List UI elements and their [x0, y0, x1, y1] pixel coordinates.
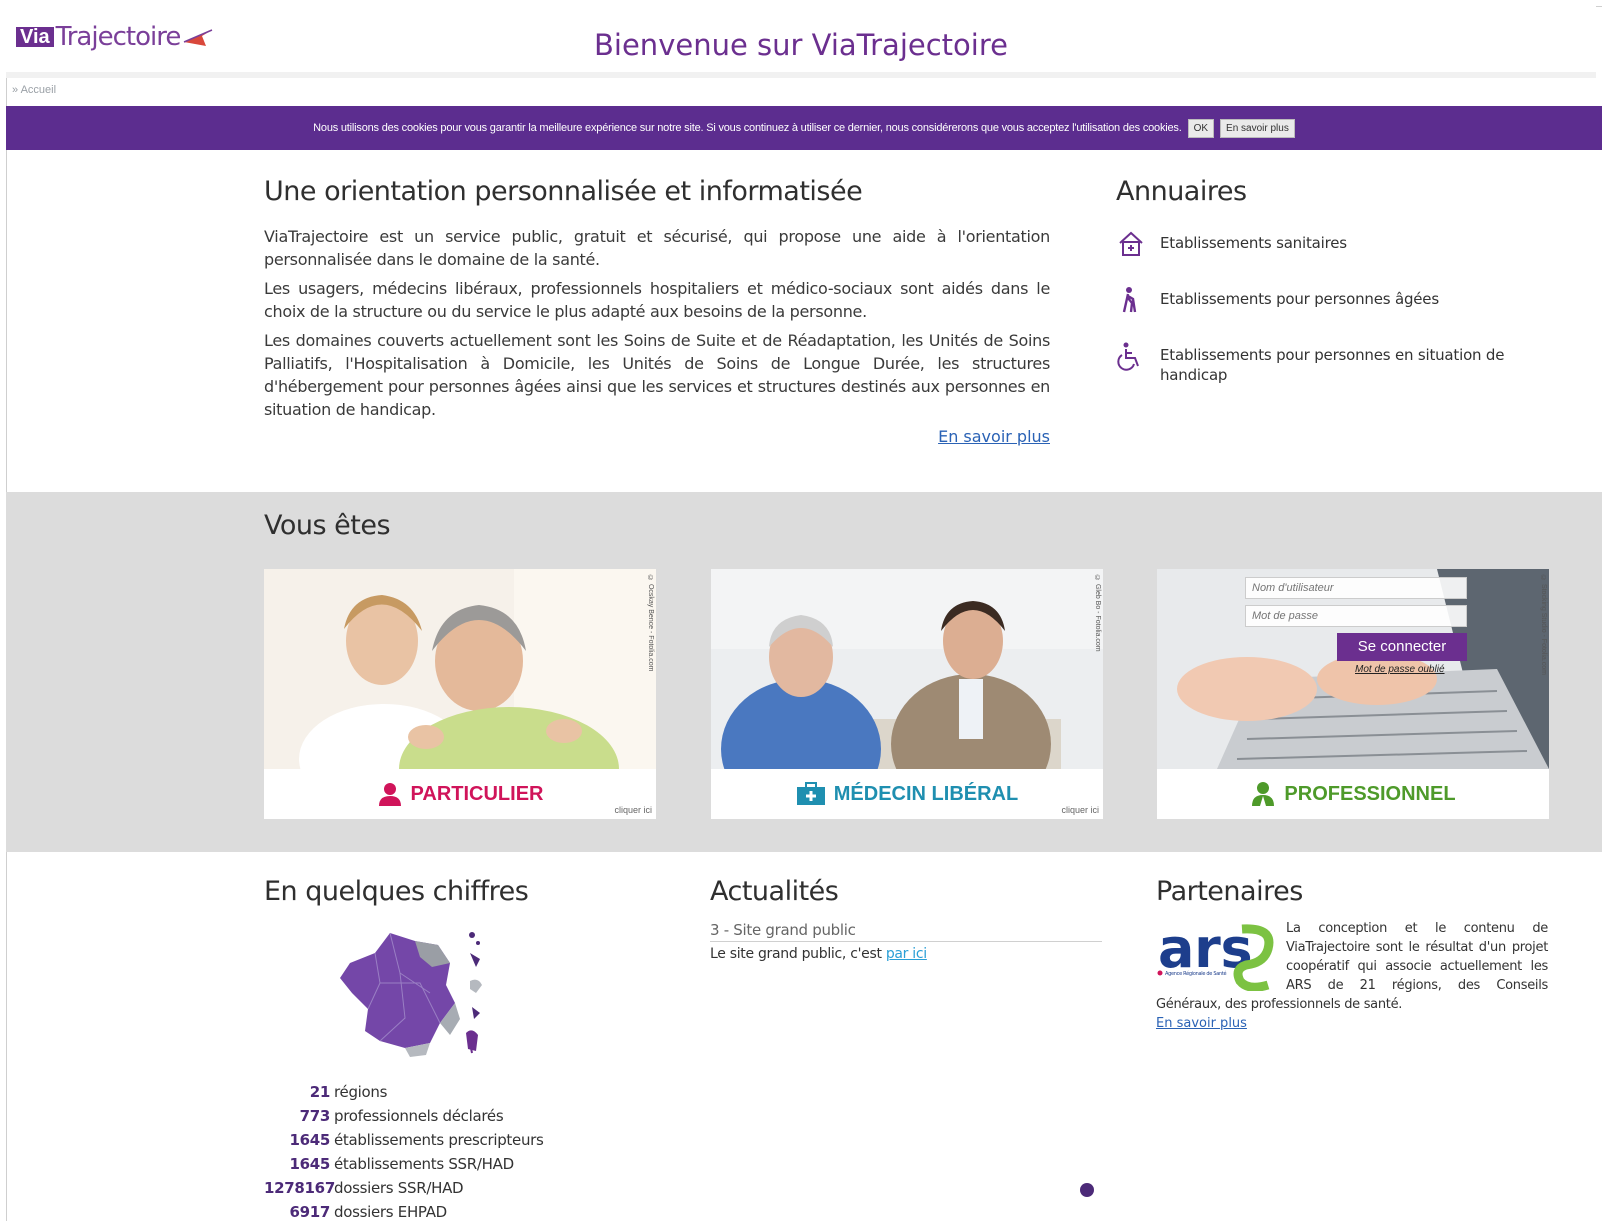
stat-number: 1645 [289, 1155, 330, 1173]
photo-credit: © Gleb Bo - Fotolia.com [1094, 575, 1101, 652]
stat-row: 6917 dossiers EHPAD [264, 1200, 544, 1221]
house-icon [1119, 231, 1143, 256]
annuaire-label: Etablissements pour personnes âgées [1160, 290, 1439, 308]
particulier-photo [264, 569, 656, 769]
stat-label: établissements prescripteurs [334, 1131, 544, 1149]
cookie-banner: Nous utilisons des cookies pour vous gar… [6, 106, 1602, 150]
actualite-link[interactable]: par ici [886, 946, 927, 962]
partenaires-title: Partenaires [1156, 876, 1303, 907]
stat-label: établissements SSR/HAD [334, 1155, 514, 1173]
login-button[interactable]: Se connecter [1337, 633, 1467, 661]
professional-person-icon [1252, 782, 1275, 806]
stat-row: 1645 établissements prescripteurs [264, 1128, 544, 1152]
breadcrumb[interactable]: » Accueil [12, 84, 56, 96]
annuaire-label: Etablissements pour personnes en situati… [1160, 346, 1505, 384]
annuaire-item-personnes-agees[interactable]: Etablissements pour personnes âgées [1116, 285, 1536, 315]
cookie-more-button[interactable]: En savoir plus [1220, 118, 1295, 138]
forgot-password-link[interactable]: Mot de passe oublié [1355, 664, 1445, 675]
annuaires-title: Annuaires [1116, 176, 1247, 207]
intro-paragraph-3: Les domaines couverts actuellement sont … [264, 331, 1050, 419]
photo-credit: © Ocskay Bence - Fotolia.com [647, 575, 654, 672]
partenaires-section: Partenaires ars Agence Régionale de Sant… [1156, 876, 1548, 1032]
password-input[interactable] [1245, 605, 1467, 627]
stat-row: 773 professionnels déclarés [264, 1104, 544, 1128]
chiffres-title: En quelques chiffres [264, 876, 529, 907]
chiffres-section: En quelques chiffres [264, 876, 684, 1068]
cookie-text: Nous utilisons des cookies pour vous gar… [313, 122, 1182, 134]
card-professionnel: © Stocking Studio - Fotolia.com Se conne… [1157, 569, 1549, 819]
cliquer-ici-label: cliquer ici [614, 805, 652, 815]
photo-credit: © Stocking Studio - Fotolia.com [1540, 575, 1547, 675]
card-label-medecin: MÉDECIN LIBÉRAL [833, 782, 1019, 805]
wheelchair-icon [1117, 342, 1139, 371]
intro-title: Une orientation personnalisée et informa… [264, 176, 863, 207]
stat-number: 1278167 [264, 1179, 335, 1197]
actualite-desc-text: Le site grand public, c'est [710, 946, 882, 962]
professionnel-photo [1157, 569, 1549, 769]
stat-label: dossiers EHPAD [334, 1203, 447, 1221]
cookie-ok-button[interactable]: OK [1187, 118, 1215, 138]
annuaire-item-handicap[interactable]: Etablissements pour personnes en situati… [1116, 341, 1536, 385]
card-footer: PARTICULIER [264, 769, 656, 819]
medecin-photo [711, 569, 1103, 769]
card-particulier[interactable]: © Ocskay Bence - Fotolia.com PARTICULIER… [264, 569, 656, 819]
person-icon [378, 783, 401, 806]
intro-paragraph-2: Les usagers, médecins libéraux, professi… [264, 279, 1050, 321]
ars-subtitle: Agence Régionale de Santé [1165, 970, 1226, 977]
france-map [340, 932, 482, 1057]
stat-row: 1645 établissements SSR/HAD [264, 1152, 544, 1176]
vous-etes-section: Vous êtes © Ocskay Bence - Fotolia.com P… [6, 492, 1602, 852]
actualite-item-desc: Le site grand public, c'est par ici [710, 946, 1102, 962]
card-label-particulier: PARTICULIER [410, 782, 544, 805]
medical-case-icon [796, 782, 825, 805]
partenaires-body: ars Agence Régionale de Santé La concept… [1156, 919, 1548, 1014]
card-label-professionnel: PROFESSIONNEL [1284, 782, 1456, 805]
ars-logo[interactable]: ars Agence Régionale de Santé [1156, 919, 1274, 991]
stats-list: 21 régions 773 professionnels déclarés 164… [264, 1080, 544, 1221]
elderly-person-icon [1122, 287, 1137, 313]
intro-more-link[interactable]: En savoir plus [264, 427, 1050, 446]
actualite-item-title[interactable]: 3 - Site grand public [710, 921, 1102, 942]
actualites-title: Actualités [710, 876, 839, 907]
stat-number: 773 [299, 1107, 331, 1125]
annuaires-section: Annuaires Etablissements sanitaires Etab… [1116, 176, 1536, 385]
stat-row: 1278167dossiers SSR/HAD [264, 1176, 544, 1200]
stat-number: 21 [309, 1083, 331, 1101]
carousel-dot[interactable] [1080, 1183, 1094, 1197]
stat-number: 1645 [289, 1131, 330, 1149]
card-medecin-liberal[interactable]: © Gleb Bo - Fotolia.com MÉDECIN LIBÉRAL … [711, 569, 1103, 819]
username-input[interactable] [1245, 577, 1467, 599]
page-title: Bienvenue sur ViaTrajectoire [594, 28, 1008, 62]
annuaire-item-sanitaires[interactable]: Etablissements sanitaires [1116, 229, 1536, 259]
stat-row: 21 régions [264, 1080, 544, 1104]
actualites-section: Actualités 3 - Site grand public Le site… [710, 876, 1102, 962]
stat-label: dossiers SSR/HAD [334, 1179, 464, 1197]
site-header: Via Trajectoire Bienvenue sur ViaTraject… [6, 6, 1596, 78]
stat-label: professionnels déclarés [334, 1107, 504, 1125]
stat-label: régions [334, 1083, 388, 1101]
intro-paragraph-1: ViaTrajectoire est un service public, gr… [264, 227, 1050, 269]
annuaire-label: Etablissements sanitaires [1160, 234, 1347, 252]
partenaires-more-link[interactable]: En savoir plus [1156, 1016, 1247, 1031]
stat-number: 6917 [289, 1203, 330, 1221]
card-footer: MÉDECIN LIBÉRAL [711, 769, 1103, 819]
vous-etes-title: Vous êtes [264, 510, 391, 541]
cliquer-ici-label: cliquer ici [1061, 805, 1099, 815]
intro-section: Une orientation personnalisée et informa… [264, 176, 1050, 446]
card-footer[interactable]: PROFESSIONNEL [1157, 769, 1549, 819]
